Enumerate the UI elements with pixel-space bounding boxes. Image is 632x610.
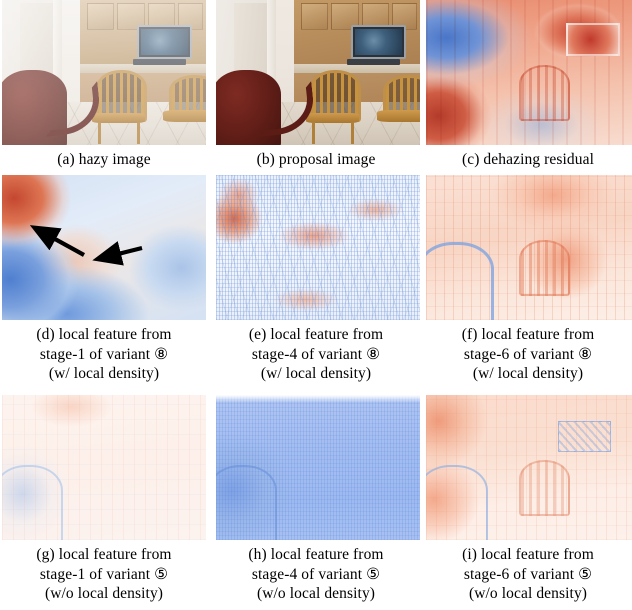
heatmap-stage4-variant8 — [216, 175, 420, 320]
scene-monitor-screen — [354, 28, 402, 56]
panel-caption-c: (c) dehazing residual — [424, 145, 632, 170]
panel-caption-h: (h) local feature from stage-4 of varian… — [212, 540, 420, 604]
scene-chair-leg — [311, 121, 315, 144]
scene-monitor — [136, 24, 192, 60]
heatmap-chair-structure — [518, 240, 571, 297]
caption-line: (w/ local density) — [48, 365, 160, 382]
panel-image-hazy-image — [2, 0, 206, 145]
caption-line: stage-4 of variant ⑤ — [251, 565, 381, 583]
annotation-arrow-layer — [29, 225, 143, 266]
panel-image-local-feature-stage4-variant8 — [216, 175, 420, 320]
scene-monitor — [350, 24, 406, 60]
panel-cell-h: (h) local feature from stage-4 of varian… — [212, 395, 420, 610]
panel-image-local-feature-stage6-variant8 — [426, 175, 632, 320]
heatmap-chair-structure — [518, 460, 571, 517]
panel-image-local-feature-stage4-variant5 — [216, 395, 420, 540]
heatmap-vase-structure — [426, 464, 488, 540]
panel-cell-g: (g) local feature from stage-1 of varian… — [0, 395, 208, 610]
caption-line: (w/ local density) — [260, 365, 372, 382]
arrow-icon — [92, 241, 143, 266]
heatmap-stage6-variant8 — [426, 175, 632, 320]
caption-line: (w/o local density) — [44, 585, 164, 602]
arrow-icon — [29, 225, 86, 257]
panel-caption-d: (d) local feature from stage-1 of varian… — [0, 320, 208, 384]
caption-line: (a) hazy image — [57, 151, 151, 168]
panel-caption-e: (e) local feature from stage-4 of varian… — [212, 320, 420, 384]
panel-cell-b: (b) proposal image — [212, 0, 420, 175]
caption-line: (e) local feature from — [248, 326, 384, 343]
panel-grid: (a) hazy image (b) proposal image (c) de… — [0, 0, 632, 610]
panel-image-local-feature-stage1-variant5 — [2, 395, 206, 540]
panel-caption-a: (a) hazy image — [0, 145, 208, 170]
caption-line: (w/ local density) — [472, 365, 584, 382]
panel-cell-e: (e) local feature from stage-4 of varian… — [212, 175, 420, 395]
panel-image-local-feature-stage6-variant5 — [426, 395, 632, 540]
panel-caption-g: (g) local feature from stage-1 of varian… — [0, 540, 208, 604]
heatmap-stage6-variant5 — [426, 395, 632, 540]
caption-line: stage-6 of variant ⑤ — [463, 565, 593, 583]
caption-line: (f) local feature from — [461, 326, 595, 343]
scene-render-hazy — [2, 0, 206, 145]
caption-line: (i) local feature from — [462, 546, 594, 563]
heatmap-stage1-variant5 — [2, 395, 206, 540]
panel-caption-f: (f) local feature from stage-6 of varian… — [424, 320, 632, 384]
scene-keyboard — [346, 59, 400, 66]
scene-chair-leg — [97, 121, 101, 144]
caption-line: (c) dehazing residual — [461, 151, 595, 168]
caption-line: (b) proposal image — [256, 151, 376, 168]
panel-image-dehazing-residual — [426, 0, 632, 145]
heatmap-chair-structure — [518, 65, 571, 122]
heatmap-dehazing-residual — [426, 0, 632, 145]
heatmap-top-band — [216, 395, 420, 403]
figure-panel-grid: (a) hazy image (b) proposal image (c) de… — [0, 0, 632, 610]
caption-line: stage-1 of variant ⑧ — [39, 345, 169, 363]
heatmap-vase-structure — [426, 241, 494, 320]
scene-chair-leg — [350, 121, 354, 144]
caption-line: (w/o local density) — [468, 585, 588, 602]
heatmap-vase-structure — [216, 464, 278, 540]
caption-line: stage-6 of variant ⑧ — [463, 345, 593, 363]
scene-cabinet-door — [301, 2, 329, 30]
heatmap-monitor-structure — [557, 421, 612, 453]
scene-chair-seat — [163, 110, 206, 122]
panel-caption-i: (i) local feature from stage-6 of varian… — [424, 540, 632, 604]
heatmap-vase-structure — [2, 464, 64, 540]
panel-cell-a: (a) hazy image — [0, 0, 208, 175]
scene-keyboard — [132, 59, 186, 66]
panel-image-local-feature-stage1-variant8 — [2, 175, 206, 320]
scene-cabinet-door — [87, 2, 115, 30]
panel-image-proposal-image — [216, 0, 420, 145]
scene-render-dehazed — [216, 0, 420, 145]
panel-cell-i: (i) local feature from stage-6 of varian… — [424, 395, 632, 610]
heatmap-monitor-structure — [566, 23, 620, 57]
heatmap-stage4-variant5 — [216, 395, 420, 540]
scene-chair-seat — [377, 110, 420, 122]
caption-line: (w/o local density) — [256, 585, 376, 602]
caption-line: stage-1 of variant ⑤ — [39, 565, 169, 583]
panel-cell-f: (f) local feature from stage-6 of varian… — [424, 175, 632, 395]
panel-cell-c: (c) dehazing residual — [424, 0, 632, 175]
caption-line: (h) local feature from — [248, 546, 384, 563]
scene-monitor-screen — [140, 28, 188, 56]
heatmap-noise-overlay — [216, 175, 420, 320]
panel-cell-d: (d) local feature from stage-1 of varian… — [0, 175, 208, 395]
scene-chair-leg — [136, 121, 140, 144]
caption-line: stage-4 of variant ⑧ — [251, 345, 381, 363]
panel-caption-b: (b) proposal image — [212, 145, 420, 170]
caption-line: (g) local feature from — [36, 546, 172, 563]
caption-line: (d) local feature from — [36, 326, 172, 343]
